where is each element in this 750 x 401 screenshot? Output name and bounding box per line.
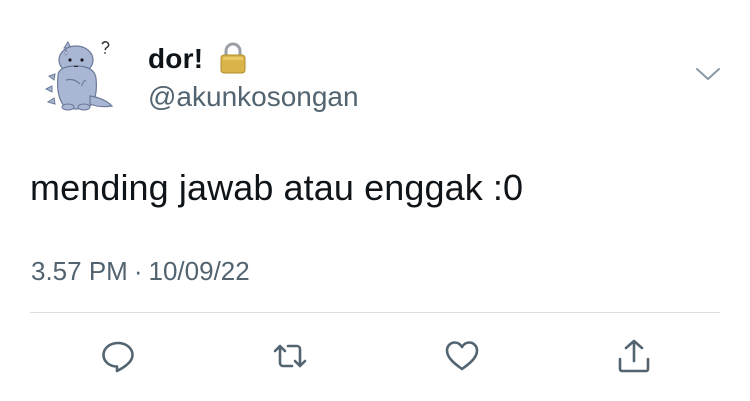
share-button[interactable]	[612, 336, 656, 376]
tweet-timestamp[interactable]: 3.57 PM · 10/09/22	[31, 254, 250, 288]
avatar[interactable]	[42, 34, 124, 116]
comment-icon	[102, 341, 134, 373]
divider	[30, 312, 720, 313]
author-handle[interactable]: @akunkosongan	[148, 80, 359, 114]
like-button[interactable]	[440, 336, 484, 376]
retweet-button[interactable]	[268, 336, 312, 376]
share-icon	[618, 339, 650, 373]
dinosaur-avatar-icon	[44, 40, 114, 111]
timestamp-separator: ·	[133, 256, 143, 286]
tweet-text: mending jawab atau enggak :0	[30, 167, 524, 208]
retweet-icon	[273, 344, 307, 368]
heart-icon	[445, 341, 479, 371]
lock-icon	[217, 40, 249, 76]
reply-button[interactable]	[96, 336, 140, 376]
tweet-date: 10/09/22	[148, 256, 250, 286]
tweet-time: 3.57 PM	[31, 256, 128, 286]
author-display-name[interactable]: dor!	[148, 42, 203, 76]
chevron-down-icon[interactable]	[694, 64, 722, 84]
